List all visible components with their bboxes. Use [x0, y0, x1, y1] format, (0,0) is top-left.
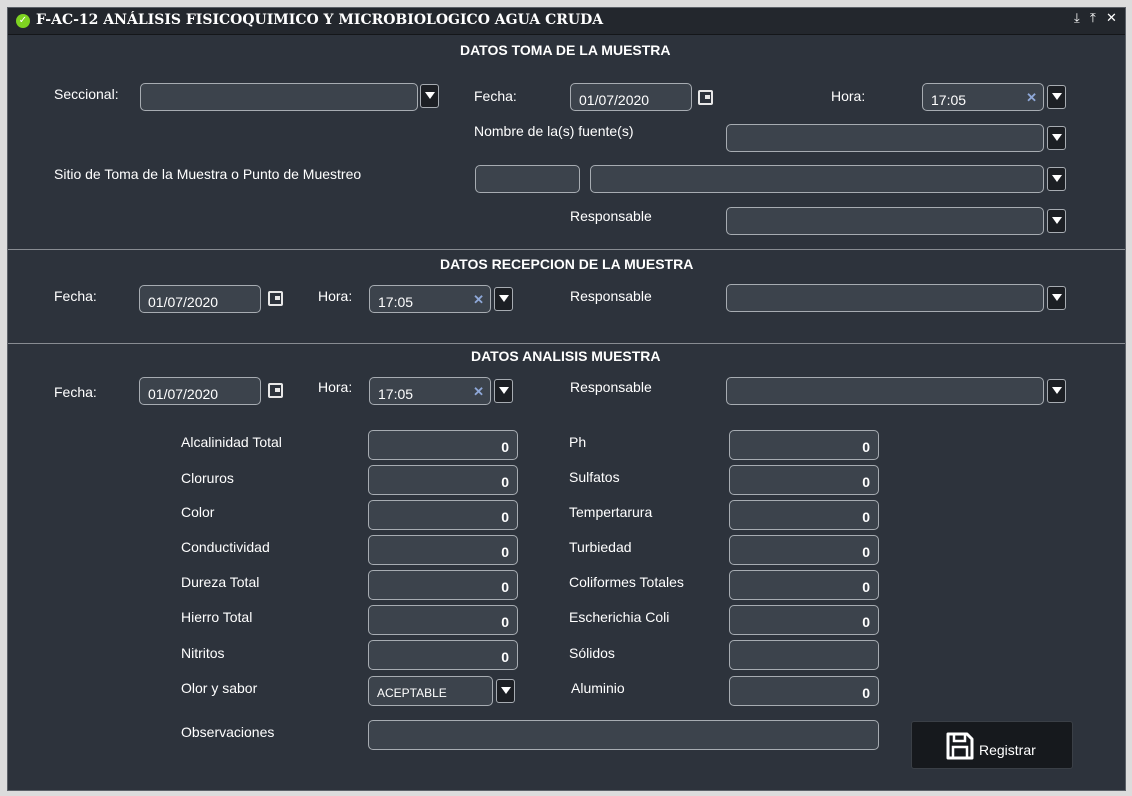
fecha-label-toma: Fecha: — [474, 88, 517, 104]
responsable-label-toma: Responsable — [570, 208, 652, 224]
sitio-code-input[interactable] — [475, 165, 580, 193]
seccional-dropdown-button[interactable] — [420, 84, 439, 108]
param-label: Cloruros — [181, 470, 234, 486]
param-input-hierro[interactable]: 0 — [368, 605, 518, 635]
close-icon[interactable]: ✕ — [1106, 11, 1117, 26]
fecha-label-recepcion: Fecha: — [54, 288, 97, 304]
fecha-input-recepcion[interactable]: 01/07/2020 — [139, 285, 261, 313]
responsable-select-recepcion[interactable] — [726, 284, 1044, 312]
param-input-cloruros[interactable]: 0 — [368, 465, 518, 495]
param-input-sulfatos[interactable]: 0 — [729, 465, 879, 495]
observaciones-input[interactable] — [368, 720, 879, 750]
floppy-disk-icon — [946, 732, 974, 760]
hora-input-toma[interactable]: 17:05 ✕ — [922, 83, 1044, 111]
param-input-aluminio[interactable]: 0 — [729, 676, 879, 706]
param-label: Conductividad — [181, 539, 270, 555]
param-label: Aluminio — [571, 680, 625, 696]
window-title: F-AC-12 ANÁLISIS FISICOQUIMICO Y MICROBI… — [36, 12, 604, 28]
seccional-label: Seccional: — [54, 86, 119, 102]
fecha-label-analisis: Fecha: — [54, 384, 97, 400]
param-input-solidos[interactable] — [729, 640, 879, 670]
hora-label-toma: Hora: — [831, 88, 866, 104]
param-label: Turbiedad — [569, 539, 632, 555]
pin-top-icon[interactable]: ⤒ — [1090, 11, 1096, 26]
fecha-input-toma[interactable]: 01/07/2020 — [570, 83, 692, 111]
clear-icon[interactable]: ✕ — [473, 292, 484, 308]
seccional-select[interactable] — [140, 83, 418, 111]
param-input-conductividad[interactable]: 0 — [368, 535, 518, 565]
hora-dropdown-button-recepcion[interactable] — [494, 287, 513, 311]
calendar-icon[interactable] — [698, 90, 713, 105]
sitio-label: Sitio de Toma de la Muestra o Punto de M… — [54, 166, 362, 182]
param-label: Alcalinidad Total — [181, 434, 282, 450]
param-label: Nitritos — [181, 645, 225, 661]
section-title-recepcion: DATOS RECEPCION DE LA MUESTRA — [440, 256, 694, 272]
responsable-dropdown-button-analisis[interactable] — [1047, 379, 1066, 403]
param-input-dureza[interactable]: 0 — [368, 570, 518, 600]
responsable-dropdown-button-toma[interactable] — [1047, 209, 1066, 233]
hora-dropdown-button-analisis[interactable] — [494, 379, 513, 403]
hora-label-recepcion: Hora: — [318, 288, 353, 304]
sitio-dropdown-button[interactable] — [1047, 167, 1066, 191]
olor-sabor-dropdown-button[interactable] — [496, 679, 515, 703]
download-icon[interactable]: ⤓ — [1074, 11, 1080, 26]
register-label: Registrar — [979, 742, 1036, 758]
responsable-select-analisis[interactable] — [726, 377, 1044, 405]
param-label: Olor y sabor — [181, 680, 258, 696]
param-label: Dureza Total — [181, 574, 260, 590]
section-title-toma: DATOS TOMA DE LA MUESTRA — [460, 42, 671, 58]
clear-icon[interactable]: ✕ — [473, 384, 484, 400]
hora-input-recepcion[interactable]: 17:05 ✕ — [369, 285, 491, 313]
param-label: Ph — [569, 434, 587, 450]
param-label: Sulfatos — [569, 469, 620, 485]
responsable-dropdown-button-recepcion[interactable] — [1047, 286, 1066, 310]
param-input-alcalinidad[interactable]: 0 — [368, 430, 518, 460]
fuente-dropdown-button[interactable] — [1047, 126, 1066, 150]
section-title-analisis: DATOS ANALISIS MUESTRA — [471, 348, 661, 364]
observaciones-label: Observaciones — [181, 724, 275, 740]
param-input-nitritos[interactable]: 0 — [368, 640, 518, 670]
fecha-input-analisis[interactable]: 01/07/2020 — [139, 377, 261, 405]
param-label: Sólidos — [569, 645, 615, 661]
param-input-ph[interactable]: 0 — [729, 430, 879, 460]
param-input-turbiedad[interactable]: 0 — [729, 535, 879, 565]
param-input-coliformes[interactable]: 0 — [729, 570, 879, 600]
responsable-label-recepcion: Responsable — [570, 288, 652, 304]
hora-label-analisis: Hora: — [318, 379, 353, 395]
param-input-color[interactable]: 0 — [368, 500, 518, 530]
param-input-escherichia[interactable]: 0 — [729, 605, 879, 635]
section-divider — [8, 249, 1125, 250]
param-label: Coliformes Totales — [569, 574, 684, 590]
sitio-select[interactable] — [590, 165, 1044, 193]
param-label: Hierro Total — [181, 609, 253, 625]
clear-icon[interactable]: ✕ — [1026, 90, 1037, 106]
section-divider — [8, 343, 1125, 344]
register-button[interactable]: Registrar — [911, 721, 1073, 769]
olor-sabor-select[interactable]: ACEPTABLE — [368, 676, 493, 706]
hora-input-analisis[interactable]: 17:05 ✕ — [369, 377, 491, 405]
fuente-select[interactable] — [726, 124, 1044, 152]
param-label: Color — [181, 504, 215, 520]
param-label: Escherichia Coli — [569, 609, 670, 625]
form-window: ✓ F-AC-12 ANÁLISIS FISICOQUIMICO Y MICRO… — [7, 7, 1126, 791]
hora-dropdown-button-toma[interactable] — [1047, 85, 1066, 109]
title-bar: ✓ F-AC-12 ANÁLISIS FISICOQUIMICO Y MICRO… — [8, 8, 1125, 35]
responsable-label-analisis: Responsable — [570, 379, 652, 395]
param-input-temperatura[interactable]: 0 — [729, 500, 879, 530]
calendar-icon[interactable] — [268, 383, 283, 398]
check-circle-icon: ✓ — [16, 14, 30, 28]
param-label: Tempertarura — [569, 504, 653, 520]
responsable-select-toma[interactable] — [726, 207, 1044, 235]
fuente-label: Nombre de la(s) fuente(s) — [474, 123, 634, 139]
calendar-icon[interactable] — [268, 291, 283, 306]
